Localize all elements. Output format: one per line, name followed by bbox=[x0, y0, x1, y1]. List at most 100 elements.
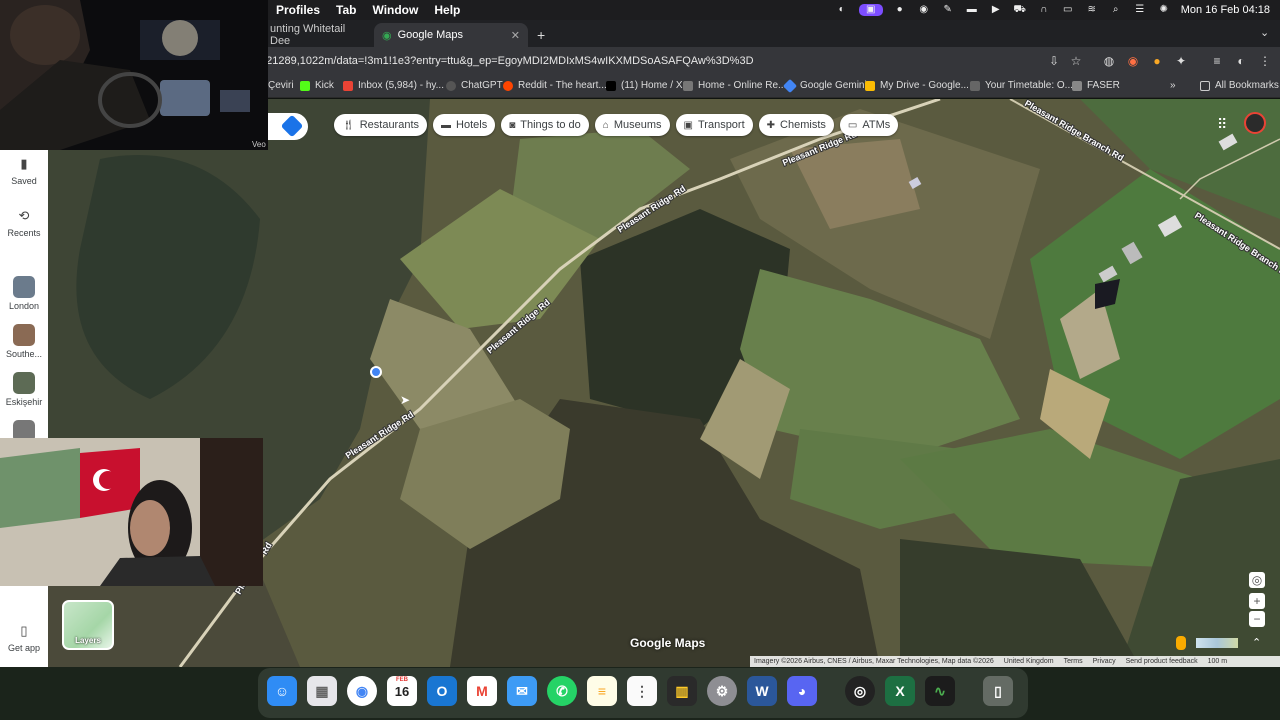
new-tab-button[interactable]: + bbox=[537, 27, 545, 43]
rail-place-london[interactable]: London bbox=[0, 276, 48, 311]
play-status-icon[interactable]: ▶ bbox=[989, 4, 1003, 16]
rail-place-eskisehir[interactable]: Eskişehir bbox=[0, 372, 48, 407]
menu-profiles[interactable]: Profiles bbox=[268, 0, 328, 20]
bookmark-item[interactable]: ChatGPT bbox=[446, 80, 503, 91]
whatsapp-icon[interactable]: ✆ bbox=[547, 676, 577, 706]
chip-museums[interactable]: ⌂ Museums bbox=[594, 114, 670, 136]
zoom-out-button[interactable]: − bbox=[1249, 611, 1265, 627]
pen-icon[interactable]: ✎ bbox=[941, 4, 955, 16]
rail-get-app[interactable]: ▯ Get app bbox=[0, 623, 48, 653]
tab-google-maps[interactable]: ◉ Google Maps ✕ bbox=[374, 23, 528, 47]
pegman-icon[interactable] bbox=[1176, 636, 1186, 650]
tab-search-icon[interactable]: ⌄ bbox=[1260, 26, 1269, 39]
bookmark-item[interactable]: Home - Online Re... bbox=[683, 80, 786, 91]
excel-icon[interactable]: X bbox=[885, 676, 915, 706]
chrome-icon[interactable]: ◉ bbox=[347, 676, 377, 706]
circle-status-icon[interactable]: ● bbox=[893, 4, 907, 16]
launchpad-icon[interactable]: ▦ bbox=[307, 676, 337, 706]
apps-grid-icon[interactable]: ⠿ bbox=[1217, 116, 1227, 133]
extension-icon[interactable]: ◉ bbox=[1126, 54, 1140, 68]
obs-icon[interactable]: ◎ bbox=[845, 676, 875, 706]
place-thumbnail bbox=[13, 324, 35, 346]
chip-things-to-do[interactable]: ◙ Things to do bbox=[501, 114, 589, 136]
trash-icon[interactable]: ▯ bbox=[983, 676, 1013, 706]
account-avatar[interactable] bbox=[1244, 112, 1266, 134]
gmail-icon[interactable]: M bbox=[467, 676, 497, 706]
notes-icon[interactable]: ≡ bbox=[587, 676, 617, 706]
extensions-puzzle-icon[interactable]: ✦ bbox=[1174, 54, 1188, 68]
rail-place-southend[interactable]: Southe... bbox=[0, 324, 48, 359]
feedback-link[interactable]: Send product feedback bbox=[1126, 658, 1198, 665]
rail-recents[interactable]: ⟲ Recents bbox=[0, 208, 48, 238]
directions-button[interactable] bbox=[268, 113, 308, 140]
profile-avatar[interactable]: ◐ bbox=[1234, 54, 1248, 68]
scale-bar[interactable]: 100 m bbox=[1208, 658, 1227, 665]
search-icon[interactable]: ⌕ bbox=[1109, 4, 1123, 16]
calendar-icon[interactable]: FEB 16 bbox=[387, 676, 417, 706]
word-icon[interactable]: W bbox=[747, 676, 777, 706]
region-link[interactable]: United Kingdom bbox=[1004, 658, 1054, 665]
bookmarks-overflow-icon[interactable]: » bbox=[1170, 80, 1176, 91]
bookmark-star-icon[interactable]: ☆ bbox=[1069, 54, 1083, 68]
spotify-icon[interactable]: ◉ bbox=[917, 4, 931, 16]
all-bookmarks-folder[interactable]: All Bookmarks bbox=[1200, 80, 1279, 91]
close-tab-icon[interactable]: ✕ bbox=[511, 29, 520, 42]
install-app-icon[interactable]: ⇩ bbox=[1047, 54, 1061, 68]
bookmark-item[interactable]: FASER bbox=[1072, 80, 1120, 91]
chip-hotels[interactable]: ▬ Hotels bbox=[433, 114, 496, 136]
reminders-icon[interactable]: ⋮ bbox=[627, 676, 657, 706]
battery-saver-icon[interactable]: ▬ bbox=[965, 4, 979, 16]
camera-icon: ◙ bbox=[509, 119, 516, 131]
bookmark-item[interactable]: Kick bbox=[300, 80, 334, 91]
chip-atms[interactable]: ▭ ATMs bbox=[839, 114, 899, 136]
extension-icon[interactable]: ● bbox=[1150, 54, 1164, 68]
bookmark-item[interactable]: Reddit - The heart... bbox=[503, 80, 607, 91]
globe-icon bbox=[970, 80, 980, 91]
screen-record-icon[interactable]: ▣ bbox=[858, 4, 883, 16]
discord-icon[interactable]: ◕ bbox=[787, 676, 817, 706]
privacy-link[interactable]: Privacy bbox=[1093, 658, 1116, 665]
address-bar[interactable]: 621289,1022m/data=!3m1!1e3?entry=ttu&g_e… bbox=[260, 51, 1130, 72]
wifi-icon[interactable]: ≋ bbox=[1085, 4, 1099, 16]
gallery-app-icon[interactable]: ▥ bbox=[667, 676, 697, 706]
tab-whitetail[interactable]: unting Whitetail Dee bbox=[262, 23, 374, 47]
menu-window[interactable]: Window bbox=[364, 0, 426, 20]
siri-icon[interactable]: ✺ bbox=[1157, 4, 1171, 16]
bookmark-item[interactable]: (11) Home / X bbox=[606, 80, 683, 91]
bookmark-icon: ▮ bbox=[20, 156, 28, 171]
system-settings-icon[interactable]: ⚙ bbox=[707, 676, 737, 706]
zoom-in-button[interactable]: + bbox=[1249, 593, 1265, 609]
bookmark-item[interactable]: Google Gemini bbox=[782, 78, 867, 93]
chip-chemists[interactable]: ✚ Chemists bbox=[758, 114, 834, 136]
location-marker-icon[interactable] bbox=[370, 366, 382, 378]
battery-icon[interactable]: ▭ bbox=[1061, 4, 1075, 16]
menu-tab[interactable]: Tab bbox=[328, 0, 364, 20]
bookmark-item[interactable]: Inbox (5,984) - hy... bbox=[343, 80, 444, 91]
imagery-thumbnails[interactable] bbox=[1196, 638, 1238, 648]
rail-saved[interactable]: ▮ Saved bbox=[0, 156, 48, 186]
activity-monitor-icon[interactable]: ∿ bbox=[925, 676, 955, 706]
menubar-datetime[interactable]: Mon 16 Feb 04:18 bbox=[1181, 4, 1270, 16]
my-location-icon[interactable]: ◎ bbox=[1249, 572, 1265, 588]
bookmark-item[interactable]: Your Timetable: O... bbox=[970, 80, 1073, 91]
obs-status-icon[interactable]: ◐ bbox=[835, 4, 849, 16]
menu-help[interactable]: Help bbox=[426, 0, 468, 20]
bookmark-item[interactable]: My Drive - Google... bbox=[865, 80, 969, 91]
headphones-icon[interactable]: ∩ bbox=[1037, 4, 1051, 16]
media-control-icon[interactable]: ≡ bbox=[1210, 54, 1224, 68]
chip-restaurants[interactable]: 🍴︎ Restaurants bbox=[334, 114, 428, 136]
control-center-icon[interactable]: ☰ bbox=[1133, 4, 1147, 16]
reddit-icon bbox=[503, 80, 513, 91]
outlook-icon[interactable]: O bbox=[427, 676, 457, 706]
finder-icon[interactable]: ☺ bbox=[267, 676, 297, 706]
car-icon[interactable]: ⛟ bbox=[1013, 4, 1027, 16]
expand-chevron-icon[interactable]: ⌃ bbox=[1252, 636, 1261, 649]
terms-link[interactable]: Terms bbox=[1064, 658, 1083, 665]
extension-icon[interactable]: ◍ bbox=[1102, 54, 1116, 68]
chip-transport[interactable]: ▣ Transport bbox=[675, 114, 753, 136]
directions-icon bbox=[280, 114, 304, 138]
mail-icon[interactable]: ✉ bbox=[507, 676, 537, 706]
bookmark-item[interactable]: Çeviri bbox=[268, 80, 294, 91]
chrome-menu-icon[interactable]: ⋮ bbox=[1258, 54, 1272, 68]
layers-button[interactable]: Layers bbox=[62, 600, 114, 650]
